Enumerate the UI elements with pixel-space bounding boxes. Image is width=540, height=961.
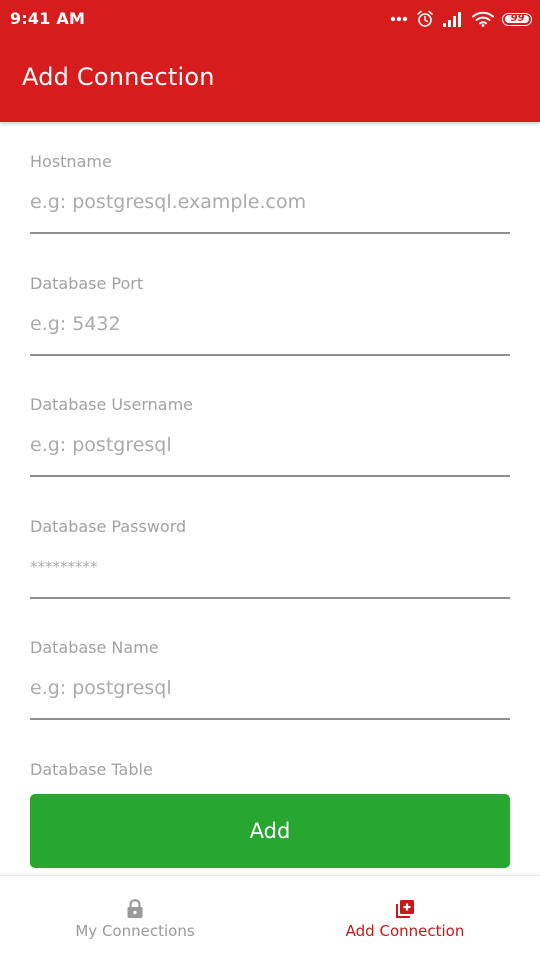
app-bar: Add Connection (0, 38, 540, 122)
status-bar: 9:41 AM 99 (0, 0, 540, 38)
nav-item-add-connection[interactable]: Add Connection (270, 876, 540, 961)
username-underline (30, 475, 510, 477)
password-label: Database Password (30, 517, 187, 536)
database-name-input[interactable] (30, 672, 510, 704)
wifi-icon (472, 11, 494, 27)
alarm-icon (416, 10, 434, 28)
status-icons: 99 (390, 8, 532, 30)
hostname-label: Hostname (30, 152, 112, 171)
username-input[interactable] (30, 429, 510, 461)
nav-item-my-connections[interactable]: My Connections (0, 876, 270, 961)
password-input[interactable] (30, 551, 510, 583)
hostname-underline (30, 232, 510, 234)
password-underline (30, 597, 510, 599)
page-title: Add Connection (22, 63, 215, 91)
battery-level-text: 99 (510, 13, 525, 24)
battery-icon: 99 (502, 12, 532, 26)
lock-icon (126, 899, 144, 923)
port-input[interactable] (30, 308, 510, 340)
database-name-underline (30, 718, 510, 720)
port-underline (30, 354, 510, 356)
nav-label-my-connections: My Connections (75, 922, 195, 940)
add-box-icon (395, 899, 415, 923)
bottom-navigation: My Connections Add Connection (0, 875, 540, 961)
status-time: 9:41 AM (10, 9, 86, 28)
database-table-label: Database Table (30, 760, 153, 779)
signal-icon (442, 11, 464, 27)
username-label: Database Username (30, 395, 193, 414)
hostname-input[interactable] (30, 186, 510, 218)
database-name-label: Database Name (30, 638, 159, 657)
more-dots-icon (390, 16, 408, 22)
add-button[interactable]: Add (30, 794, 510, 868)
nav-label-add-connection: Add Connection (345, 922, 465, 940)
port-label: Database Port (30, 274, 144, 293)
